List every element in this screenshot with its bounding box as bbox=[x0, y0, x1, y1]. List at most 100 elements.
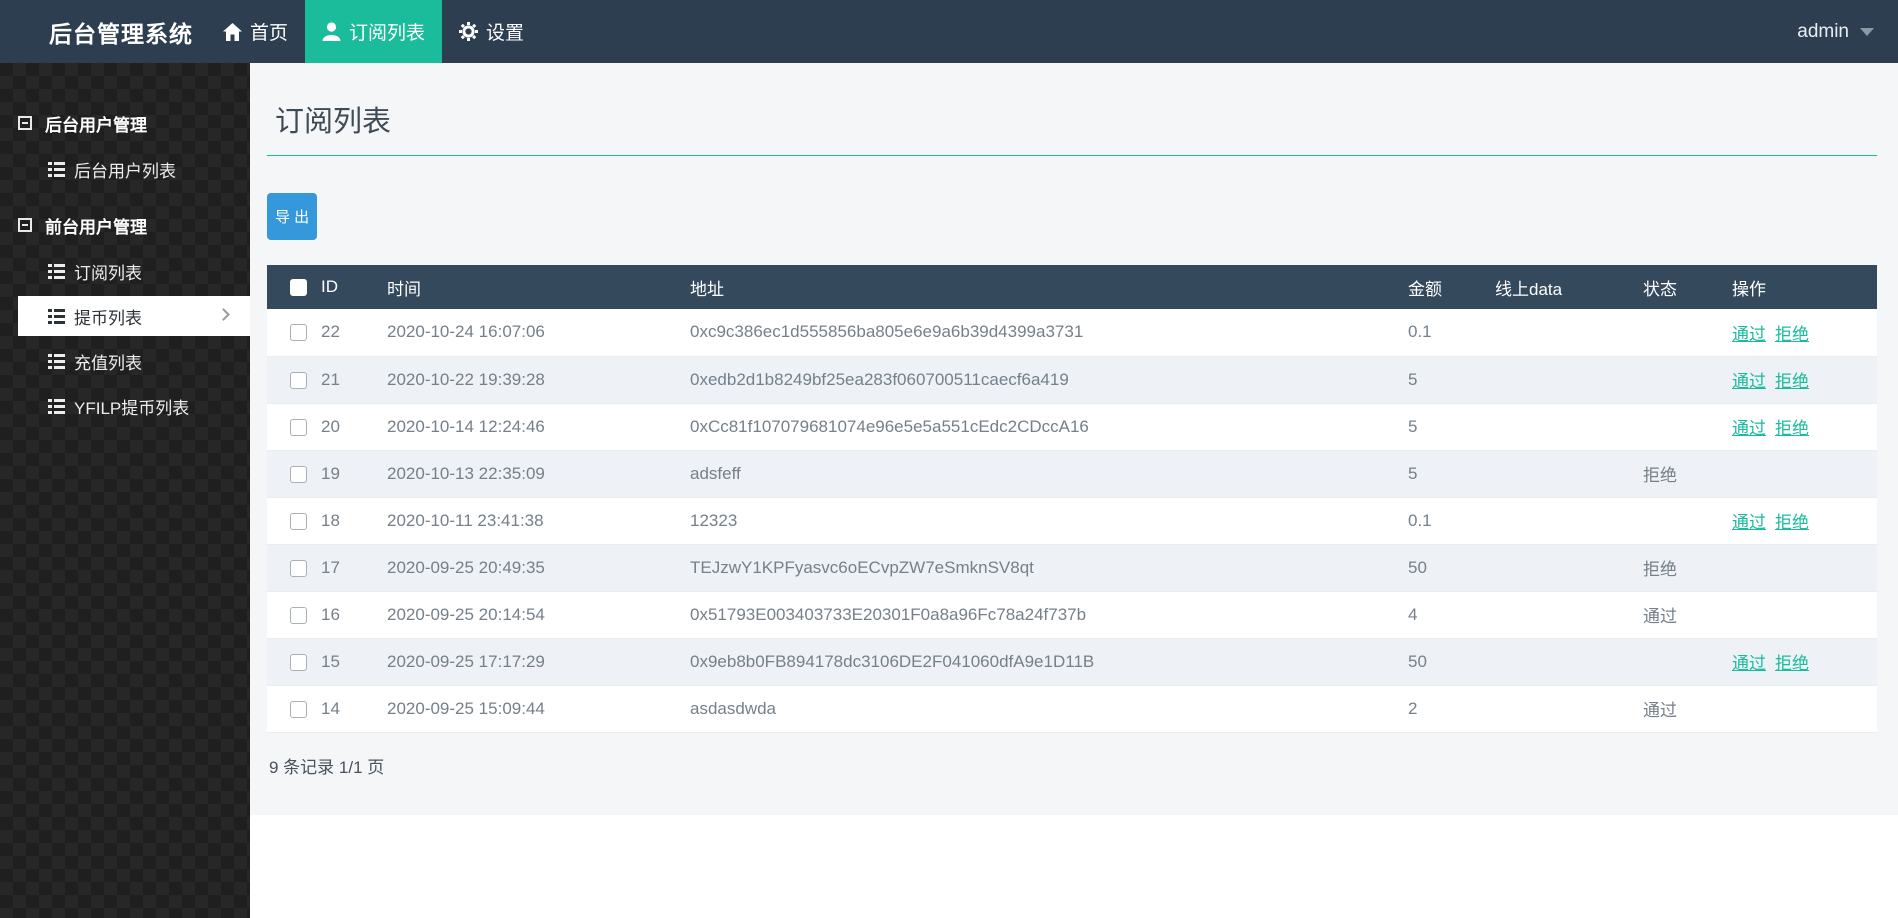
sidebar-section-backend-users[interactable]: 后台用户管理 bbox=[0, 103, 250, 143]
column-header-time: 时间 bbox=[387, 265, 690, 309]
reject-link[interactable]: 拒绝 bbox=[1775, 325, 1809, 344]
cell-id: 14 bbox=[321, 685, 387, 733]
cell-actions bbox=[1732, 685, 1877, 733]
list-icon bbox=[48, 161, 65, 177]
table-row: 20 2020-10-14 12:24:46 0xCc81f1070796810… bbox=[267, 403, 1877, 451]
cell-time: 2020-10-13 22:35:09 bbox=[387, 450, 690, 498]
sidebar-item-deposit-list[interactable]: 充值列表 bbox=[0, 341, 250, 381]
cell-online-data bbox=[1495, 685, 1643, 733]
cell-actions: 通过 拒绝 bbox=[1732, 638, 1877, 686]
reject-link[interactable]: 拒绝 bbox=[1775, 654, 1809, 673]
caret-down-icon bbox=[1860, 27, 1874, 36]
nav-item-label: 设置 bbox=[486, 23, 525, 44]
cell-status bbox=[1643, 356, 1732, 404]
cell-status: 通过 bbox=[1643, 591, 1732, 639]
table-row: 19 2020-10-13 22:35:09 adsfeff 5 拒绝 bbox=[267, 450, 1877, 498]
main-nav: 首页 订阅列表 设置 bbox=[206, 0, 541, 63]
sidebar-item-withdrawal-list[interactable]: 提币列表 bbox=[18, 296, 250, 336]
cell-online-data bbox=[1495, 544, 1643, 592]
cell-actions: 通过 拒绝 bbox=[1732, 356, 1877, 404]
cell-online-data bbox=[1495, 591, 1643, 639]
cell-actions: 通过 拒绝 bbox=[1732, 309, 1877, 357]
user-icon bbox=[322, 22, 341, 41]
nav-item-label: 订阅列表 bbox=[349, 23, 426, 44]
cell-id: 21 bbox=[321, 356, 387, 404]
row-checkbox[interactable] bbox=[290, 418, 307, 436]
column-header-amount: 金额 bbox=[1408, 265, 1495, 309]
list-icon bbox=[48, 263, 65, 279]
sidebar-item-yfilp-withdrawal-list[interactable]: YFILP提币列表 bbox=[0, 386, 250, 426]
cell-address: 0xedb2d1b8249bf25ea283f060700511caecf6a4… bbox=[690, 356, 1408, 404]
cell-address: 0x9eb8b0FB894178dc3106DE2F041060dfA9e1D1… bbox=[690, 638, 1408, 686]
cell-actions bbox=[1732, 450, 1877, 498]
cell-address: 0xCc81f107079681074e96e5e5a551cEdc2CDccA… bbox=[690, 403, 1408, 451]
approve-link[interactable]: 通过 bbox=[1732, 325, 1766, 344]
sidebar-item-label: 提币列表 bbox=[74, 308, 142, 328]
cell-amount: 4 bbox=[1408, 591, 1495, 639]
row-checkbox[interactable] bbox=[290, 559, 307, 577]
sidebar-item-subscription-list[interactable]: 订阅列表 bbox=[0, 251, 250, 291]
row-checkbox[interactable] bbox=[290, 324, 307, 342]
list-icon bbox=[48, 398, 65, 414]
approve-link[interactable]: 通过 bbox=[1732, 513, 1766, 532]
cell-status bbox=[1643, 497, 1732, 545]
reject-link[interactable]: 拒绝 bbox=[1775, 513, 1809, 532]
collapse-minus-icon bbox=[18, 218, 32, 232]
cell-amount: 50 bbox=[1408, 638, 1495, 686]
sidebar-item-label: YFILP提币列表 bbox=[74, 398, 190, 418]
record-count: 9 条记录 1/1 页 bbox=[269, 757, 385, 777]
export-button[interactable]: 导 出 bbox=[267, 193, 318, 240]
cell-time: 2020-09-25 15:09:44 bbox=[387, 685, 690, 733]
reject-link[interactable]: 拒绝 bbox=[1775, 372, 1809, 391]
main-content: 订阅列表 导 出 ID 时间 地址 金额 线上data 状态 操作 22 202… bbox=[250, 63, 1898, 918]
row-checkbox[interactable] bbox=[290, 512, 307, 530]
table-row: 14 2020-09-25 15:09:44 asdasdwda 2 通过 bbox=[267, 685, 1877, 733]
column-header-online-data: 线上data bbox=[1495, 265, 1643, 309]
user-menu[interactable]: admin bbox=[1797, 0, 1898, 63]
column-header-id: ID bbox=[321, 265, 387, 309]
cell-id: 18 bbox=[321, 497, 387, 545]
cell-status bbox=[1643, 403, 1732, 451]
records-table: ID 时间 地址 金额 线上data 状态 操作 22 2020-10-24 1… bbox=[267, 265, 1877, 733]
approve-link[interactable]: 通过 bbox=[1732, 372, 1766, 391]
nav-item-settings[interactable]: 设置 bbox=[442, 0, 541, 63]
row-checkbox[interactable] bbox=[290, 653, 307, 671]
cell-actions: 通过 拒绝 bbox=[1732, 403, 1877, 451]
sidebar-item-label: 充值列表 bbox=[74, 353, 142, 373]
cell-address: 0xc9c386ec1d555856ba805e6e9a6b39d4399a37… bbox=[690, 309, 1408, 357]
home-icon bbox=[223, 22, 242, 41]
sidebar: 后台用户管理 后台用户列表 前台用户管理 订阅列表 提币列表 充值列表 YFIL… bbox=[0, 63, 250, 918]
cell-actions bbox=[1732, 591, 1877, 639]
cell-id: 17 bbox=[321, 544, 387, 592]
cell-time: 2020-09-25 20:49:35 bbox=[387, 544, 690, 592]
username: admin bbox=[1797, 20, 1849, 42]
nav-item-home[interactable]: 首页 bbox=[206, 0, 305, 63]
cell-amount: 0.1 bbox=[1408, 497, 1495, 545]
sidebar-item-label: 订阅列表 bbox=[74, 263, 142, 283]
cell-address: 12323 bbox=[690, 497, 1408, 545]
cell-amount: 50 bbox=[1408, 544, 1495, 592]
row-checkbox[interactable] bbox=[290, 700, 307, 718]
row-checkbox[interactable] bbox=[290, 371, 307, 389]
cell-actions: 通过 拒绝 bbox=[1732, 497, 1877, 545]
cell-amount: 5 bbox=[1408, 450, 1495, 498]
app-brand: 后台管理系统 bbox=[49, 20, 193, 47]
reject-link[interactable]: 拒绝 bbox=[1775, 419, 1809, 438]
nav-item-label: 首页 bbox=[250, 23, 289, 44]
row-checkbox[interactable] bbox=[290, 606, 307, 624]
row-checkbox[interactable] bbox=[290, 465, 307, 483]
cell-status bbox=[1643, 309, 1732, 357]
nav-item-subscription-list[interactable]: 订阅列表 bbox=[305, 0, 443, 63]
column-header-actions: 操作 bbox=[1732, 265, 1877, 309]
select-all-checkbox[interactable] bbox=[290, 279, 307, 297]
approve-link[interactable]: 通过 bbox=[1732, 654, 1766, 673]
cell-id: 22 bbox=[321, 309, 387, 357]
sidebar-item-backend-user-list[interactable]: 后台用户列表 bbox=[0, 149, 250, 189]
cell-address: 0x51793E003403733E20301F0a8a96Fc78a24f73… bbox=[690, 591, 1408, 639]
cell-amount: 5 bbox=[1408, 403, 1495, 451]
table-row: 22 2020-10-24 16:07:06 0xc9c386ec1d55585… bbox=[267, 309, 1877, 357]
sidebar-section-frontend-users[interactable]: 前台用户管理 bbox=[0, 205, 250, 245]
list-icon bbox=[48, 353, 65, 369]
approve-link[interactable]: 通过 bbox=[1732, 419, 1766, 438]
cell-amount: 2 bbox=[1408, 685, 1495, 733]
